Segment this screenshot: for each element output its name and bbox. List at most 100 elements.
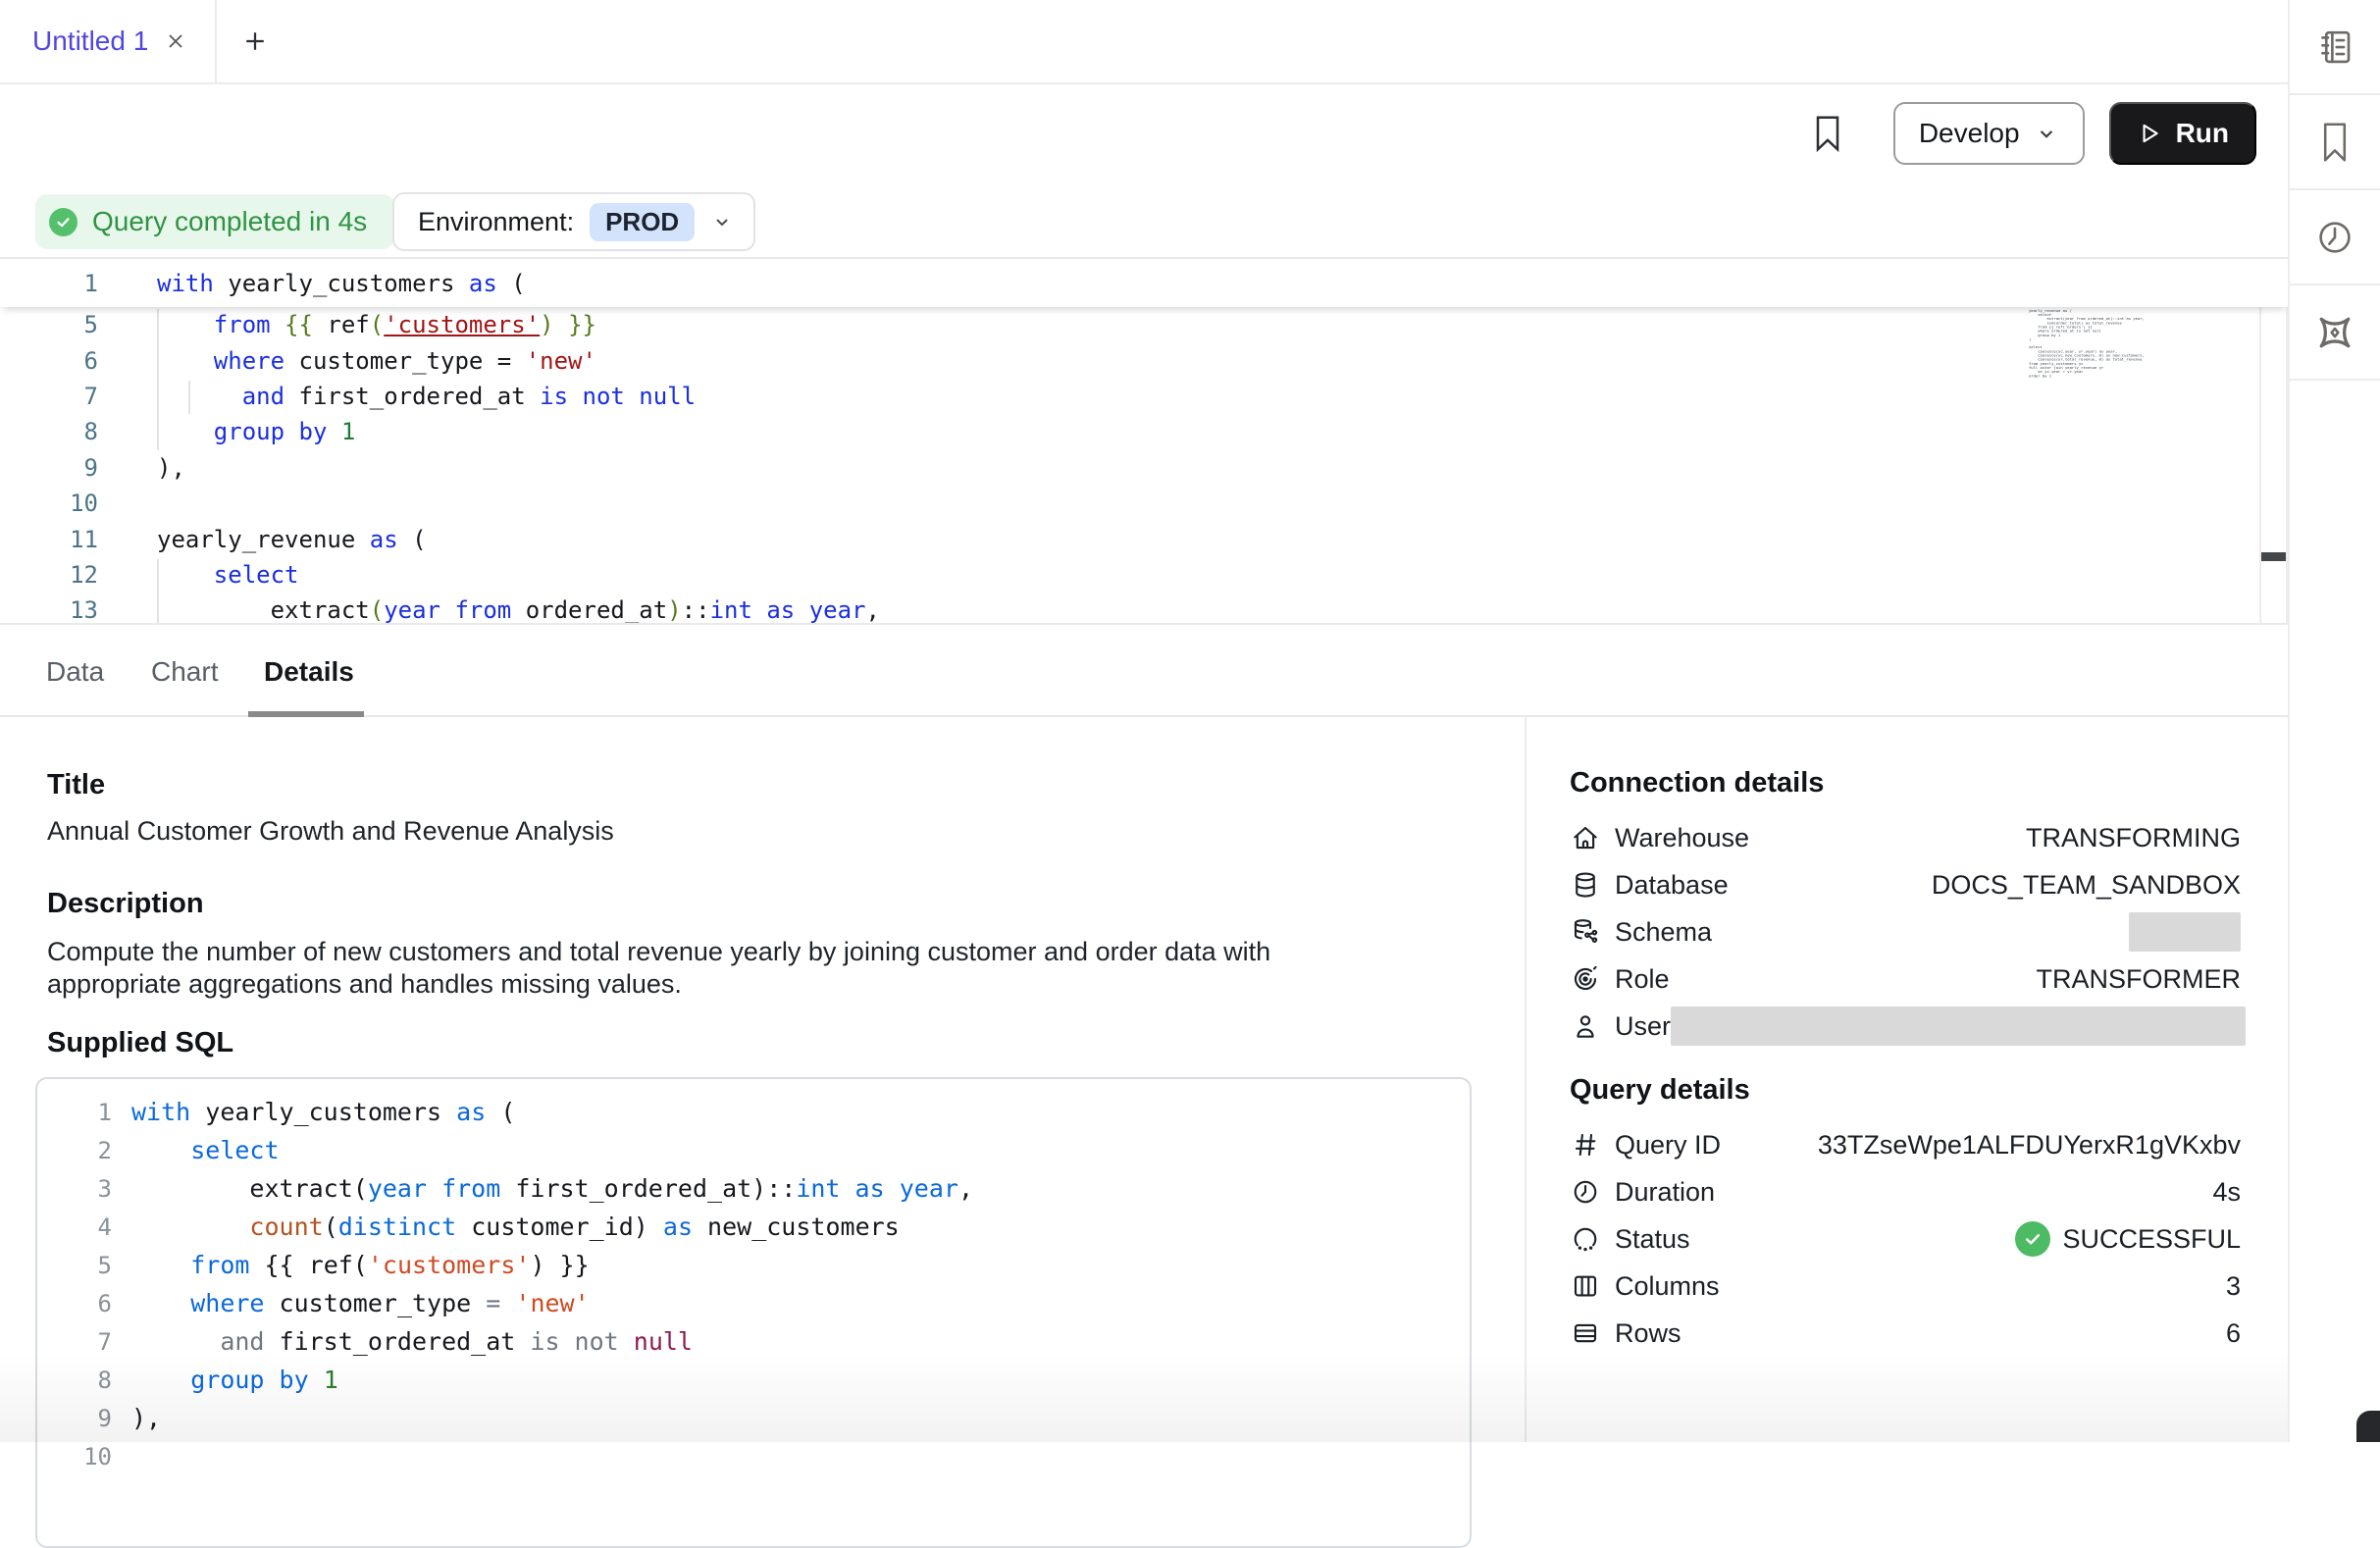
rows-icon — [1570, 1317, 1601, 1349]
row-value: 33TZseWpe1ALFDUYerxR1gVKxbv — [1818, 1130, 2241, 1161]
success-check-icon — [2015, 1221, 2050, 1257]
title-value: Annual Customer Growth and Revenue Analy… — [47, 815, 1472, 848]
line-number: 5 — [37, 1254, 112, 1277]
environment-selector[interactable]: Environment: PROD — [392, 192, 755, 251]
indent-guide — [157, 309, 159, 450]
sql-line-8: 8 group by 1 — [37, 1361, 1470, 1399]
sql-line-2: 2 select — [37, 1131, 1470, 1169]
bookmark-icon — [2318, 122, 2352, 163]
editor-line-8: 8 group by 1 — [0, 414, 2288, 449]
connection-details-list: WarehouseTRANSFORMINGDatabaseDOCS_TEAM_S… — [1570, 814, 2241, 1050]
sql-line-7: 7 and first_ordered_at is not null — [37, 1322, 1470, 1361]
spinner-icon — [1570, 1223, 1601, 1255]
corner-widget[interactable] — [2356, 1411, 2380, 1442]
editor-line-6: 6 where customer_type = 'new' — [0, 342, 2288, 378]
row-label: Role — [1615, 964, 1670, 995]
database-icon — [1570, 869, 1601, 901]
line-number: 7 — [37, 1330, 112, 1354]
sidebar-button-dbt-logo[interactable] — [2290, 285, 2380, 381]
connection-row-role: RoleTRANSFORMER — [1570, 955, 2241, 1003]
code-text: count(distinct customer_id) as new_custo… — [131, 1214, 900, 1239]
duration-icon — [1570, 1176, 1601, 1208]
develop-label: Develop — [1919, 118, 2020, 149]
row-label: Query ID — [1615, 1130, 1721, 1161]
play-icon — [2137, 121, 2162, 146]
line-number: 6 — [37, 1292, 112, 1316]
description-value: Compute the number of new customers and … — [47, 936, 1393, 1001]
connection-row-user: User — [1570, 1003, 2241, 1050]
code-text: from {{ ref('customers') }} — [157, 313, 596, 336]
environment-label: Environment: — [418, 207, 574, 237]
query-details-heading: Query details — [1570, 1073, 2241, 1107]
line-number: 3 — [37, 1177, 112, 1201]
editor-line-12: 12 select — [0, 557, 2288, 593]
connection-details-heading: Connection details — [1570, 766, 2241, 800]
code-text: select — [157, 563, 299, 587]
line-number: 8 — [0, 420, 98, 443]
row-value: DOCS_TEAM_SANDBOX — [1932, 870, 2241, 901]
sidebar-button-notebook[interactable] — [2290, 0, 2380, 95]
bookmark-button[interactable] — [1813, 114, 1842, 153]
line-number: 5 — [0, 313, 98, 336]
line-number: 4 — [37, 1215, 112, 1239]
sidebar-button-bookmark[interactable] — [2290, 95, 2380, 190]
row-label: User — [1615, 1011, 1671, 1042]
chevron-down-icon — [710, 210, 734, 233]
line-number: 6 — [0, 349, 98, 373]
code-text: where customer_type = 'new' — [131, 1291, 590, 1316]
sql-editor[interactable]: 1with yearly_customers as (5 from {{ ref… — [0, 257, 2288, 625]
row-value: 3 — [2226, 1271, 2241, 1302]
redacted-value — [1671, 1006, 2246, 1046]
tab-data[interactable]: Data — [46, 627, 104, 717]
sql-line-5: 5 from {{ ref('customers') }} — [37, 1246, 1470, 1284]
tab-bar: Untitled 1 — [0, 0, 2288, 84]
code-text: where customer_type = 'new' — [157, 349, 596, 373]
close-icon[interactable] — [164, 29, 187, 53]
query-row-columns: Columns 3 — [1570, 1263, 2241, 1310]
query-details-list: Query ID 33TZseWpe1ALFDUYerxR1gVKxbv Durat… — [1570, 1121, 2241, 1357]
code-text: and first_ordered_at is not null — [131, 1329, 693, 1354]
line-number: 10 — [0, 491, 98, 515]
toolbar: Develop Run — [0, 82, 2288, 184]
line-number: 2 — [37, 1139, 112, 1162]
run-button[interactable]: Run — [2109, 102, 2256, 165]
code-text: yearly_revenue as ( — [157, 528, 427, 551]
code-text: extract(year from first_ordered_at)::int… — [131, 1176, 973, 1201]
value-text: 6 — [2226, 1318, 2241, 1349]
new-tab-button[interactable] — [240, 0, 270, 82]
row-value: 4s — [2212, 1177, 2241, 1208]
editor-scrollbar-track[interactable] — [2259, 257, 2288, 625]
row-label: Status — [1615, 1224, 1690, 1255]
tab-untitled-1[interactable]: Untitled 1 — [0, 0, 217, 82]
develop-button[interactable]: Develop — [1893, 102, 2085, 165]
results-tab-bar: Data Chart Details — [0, 627, 2288, 717]
line-number: 10 — [37, 1445, 112, 1469]
row-label: Columns — [1615, 1271, 1720, 1302]
value-text: 4s — [2212, 1177, 2241, 1208]
sql-line-1: 1with yearly_customers as ( — [37, 1093, 1470, 1131]
query-status-pill: Query completed in 4s — [35, 194, 394, 249]
chevron-down-icon — [2034, 121, 2059, 146]
hash-icon — [1570, 1129, 1601, 1161]
dbt-logo-icon — [2313, 311, 2356, 354]
tab-chart[interactable]: Chart — [151, 627, 218, 717]
query-status-text: Query completed in 4s — [92, 206, 367, 237]
sql-line-6: 6 where customer_type = 'new' — [37, 1284, 1470, 1322]
run-label: Run — [2176, 118, 2229, 149]
code-text: select — [131, 1138, 280, 1162]
sidebar-button-history[interactable] — [2290, 190, 2380, 285]
line-number: 1 — [0, 272, 98, 295]
tab-details[interactable]: Details — [264, 627, 354, 717]
indent-guide — [157, 559, 159, 623]
editor-scrollbar-thumb[interactable] — [2261, 552, 2286, 561]
warehouse-icon — [1570, 822, 1601, 853]
query-row-rows: Rows6 — [1570, 1310, 2241, 1357]
line-number: 13 — [0, 598, 98, 622]
query-row-duration: Duration4s — [1570, 1168, 2241, 1215]
editor-line-5: 5 from {{ ref('customers') }} — [0, 307, 2288, 342]
line-number: 9 — [0, 456, 98, 480]
columns-icon — [1570, 1270, 1601, 1302]
schema-icon — [1570, 916, 1601, 948]
role-icon — [1570, 963, 1601, 995]
indent-guide — [188, 381, 190, 414]
